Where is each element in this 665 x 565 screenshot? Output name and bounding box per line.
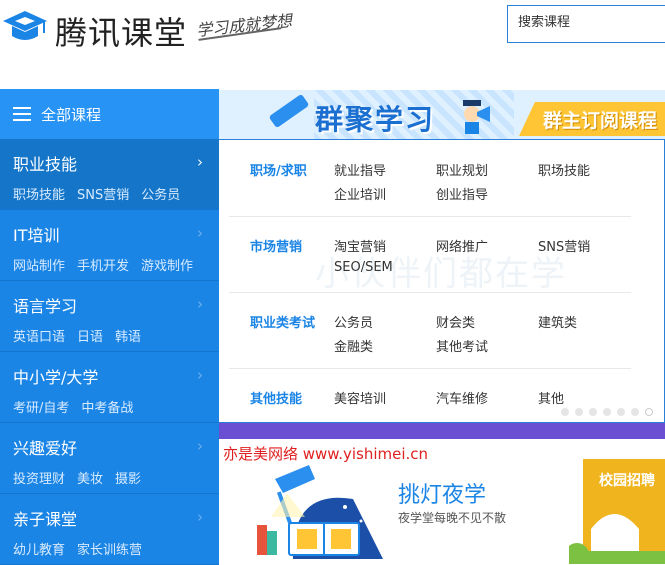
sidebar-category-school[interactable]: 中小学/大学 › 考研/自考 中考备战 <box>0 352 219 423</box>
course-link[interactable]: 职业规划 <box>436 160 488 179</box>
subcategory-link[interactable]: 中考备战 <box>81 397 133 416</box>
subcategory-link[interactable]: 手机开发 <box>77 255 129 274</box>
category-title[interactable]: 语言学习 <box>13 293 219 317</box>
course-link[interactable]: 企业培训 <box>334 184 386 203</box>
banner-title: 群聚学习 <box>315 103 436 136</box>
category-title[interactable]: 亲子课堂 <box>13 506 219 530</box>
subcategory-link[interactable]: 摄影 <box>115 468 141 487</box>
course-link[interactable]: 就业指导 <box>334 160 386 179</box>
desk-lamp-book-icon <box>257 465 383 559</box>
sidebar-category-language[interactable]: 语言学习 › 英语口语 日语 韩语 <box>0 281 219 352</box>
group-title[interactable]: 职业类考试 <box>250 312 315 331</box>
subcategory-link[interactable]: 投资理财 <box>13 468 65 487</box>
carousel-dot[interactable] <box>575 408 583 416</box>
night-study-card[interactable]: 亦是美网络 www.yishimei.cn 挑灯夜学 夜学堂每晚不见不散 校园招… <box>219 439 665 564</box>
subcategory-link[interactable]: 日语 <box>77 326 103 345</box>
subcategory-link[interactable]: 游戏制作 <box>141 255 193 274</box>
category-sidebar: 全部课程 职业技能 › 职场技能 SNS营销 公务员 IT培训 › 网站制作 手… <box>0 89 219 565</box>
sidebar-category-vocational[interactable]: 职业技能 › 职场技能 SNS营销 公务员 <box>0 139 219 210</box>
carousel-dot[interactable] <box>589 408 597 416</box>
hamburger-menu-icon <box>13 107 31 121</box>
category-title[interactable]: 职业技能 <box>13 151 219 175</box>
carousel-dot[interactable] <box>631 408 639 416</box>
category-title[interactable]: 兴趣爱好 <box>13 435 219 459</box>
all-courses-header[interactable]: 全部课程 <box>0 89 219 139</box>
course-link[interactable]: 淘宝营销 <box>334 236 386 255</box>
subcategory-link[interactable]: 韩语 <box>115 326 141 345</box>
card-subtitle: 夜学堂每晚不见不散 <box>398 511 507 525</box>
course-link[interactable]: SEO/SEM <box>334 260 393 275</box>
category-title[interactable]: IT培训 <box>13 222 219 246</box>
subcategory-link[interactable]: 职场技能 <box>13 184 65 203</box>
subcategory-link[interactable]: 家长训练营 <box>77 539 142 558</box>
subcategory-group-exams: 职业类考试 公务员 财会类 建筑类 金融类 其他考试 <box>229 312 631 369</box>
chevron-right-icon: › <box>197 224 203 242</box>
megaphone-mascot-icon <box>463 100 490 134</box>
card-title[interactable]: 挑灯夜学 <box>398 477 486 509</box>
chevron-right-icon: › <box>197 508 203 526</box>
brand-name[interactable]: 腾讯课堂 <box>55 8 187 54</box>
sidebar-category-hobby[interactable]: 兴趣爱好 › 投资理财 美妆 摄影 <box>0 423 219 494</box>
chevron-right-icon: › <box>197 153 203 171</box>
course-link[interactable]: 金融类 <box>334 336 373 355</box>
slogan: 学习成就梦想 <box>195 11 293 40</box>
course-link[interactable]: 职场技能 <box>538 160 590 179</box>
subcategory-link[interactable]: 幼儿教育 <box>13 539 65 558</box>
course-link[interactable]: 其他考试 <box>436 336 488 355</box>
category-title[interactable]: 中小学/大学 <box>13 364 219 388</box>
category-dropdown-panel: 小伙伴们都在学 职场/求职 就业指导 职业规划 职场技能 企业培训 创业指导 市… <box>219 139 665 423</box>
subcategory-link[interactable]: 考研/自考 <box>13 397 69 416</box>
subscribe-tag-label: 群主订阅课程 <box>542 109 657 132</box>
chevron-right-icon: › <box>197 366 203 384</box>
course-link[interactable]: 汽车维修 <box>436 388 488 407</box>
subcategory-group-other: 其他技能 美容培训 汽车维修 其他 <box>229 388 631 408</box>
subcategory-link[interactable]: 英语口语 <box>13 326 65 345</box>
course-link[interactable]: SNS营销 <box>538 236 590 255</box>
subcategory-link[interactable]: 公务员 <box>141 184 180 203</box>
subscribe-tag[interactable]: 群主订阅课程 <box>518 102 665 136</box>
graduation-cap-logo-icon[interactable] <box>2 9 48 43</box>
sidebar-category-parenting[interactable]: 亲子课堂 › 幼儿教育 家长训练营 <box>0 494 219 565</box>
search-input[interactable] <box>518 15 665 30</box>
group-learning-banner[interactable]: 群聚学习 群主订阅课程 <box>219 90 665 140</box>
group-title[interactable]: 市场营销 <box>250 236 302 255</box>
chevron-right-icon: › <box>197 437 203 455</box>
subcategory-group-marketing: 市场营销 淘宝营销 网络推广 SNS营销 SEO/SEM <box>229 236 631 293</box>
subcategory-link[interactable]: 网站制作 <box>13 255 65 274</box>
group-title[interactable]: 其他技能 <box>250 388 302 407</box>
campus-recruit-label: 校园招聘 <box>599 473 655 489</box>
chevron-right-icon: › <box>197 295 203 313</box>
carousel-dot[interactable] <box>617 408 625 416</box>
course-link[interactable]: 其他 <box>538 388 564 407</box>
carousel-dots <box>561 408 653 416</box>
carousel-dot[interactable] <box>561 408 569 416</box>
course-link[interactable]: 网络推广 <box>436 236 488 255</box>
sidebar-category-it[interactable]: IT培训 › 网站制作 手机开发 游戏制作 <box>0 210 219 281</box>
site-watermark: 亦是美网络 www.yishimei.cn <box>223 445 429 463</box>
subcategory-link[interactable]: SNS营销 <box>77 184 129 203</box>
subcategory-link[interactable]: 美妆 <box>77 468 103 487</box>
group-title[interactable]: 职场/求职 <box>250 160 307 179</box>
carousel-dot-active[interactable] <box>645 408 653 416</box>
course-link[interactable]: 财会类 <box>436 312 475 331</box>
course-link[interactable]: 美容培训 <box>334 388 386 407</box>
site-header: 腾讯课堂 学习成就梦想 <box>0 0 665 60</box>
search-box[interactable] <box>507 5 665 43</box>
purple-divider-strip <box>219 423 665 439</box>
subcategory-group-career: 职场/求职 就业指导 职业规划 职场技能 企业培训 创业指导 <box>229 160 631 217</box>
course-link[interactable]: 建筑类 <box>538 312 577 331</box>
all-courses-label: 全部课程 <box>41 105 102 124</box>
course-link[interactable]: 公务员 <box>334 312 373 331</box>
carousel-dot[interactable] <box>603 408 611 416</box>
course-link[interactable]: 创业指导 <box>436 184 488 203</box>
pencil-icon <box>268 93 310 129</box>
